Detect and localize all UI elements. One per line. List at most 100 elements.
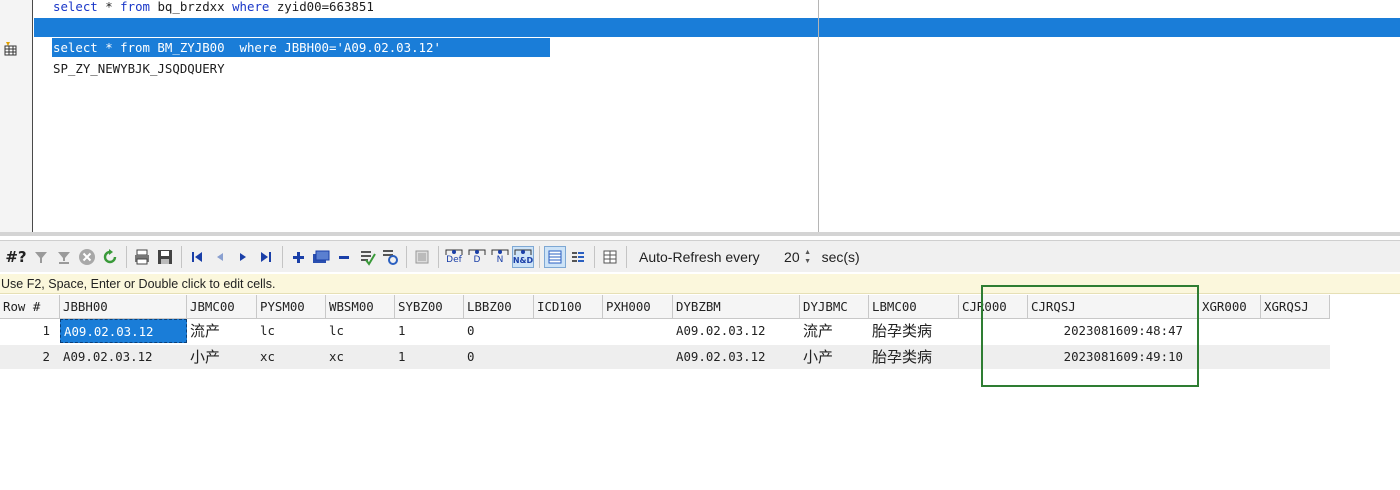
sql-text: bq_brzdxx <box>150 0 233 14</box>
duplicate-row-icon[interactable] <box>310 246 332 268</box>
cell-xgr000[interactable] <box>1199 345 1261 369</box>
last-record-icon[interactable] <box>255 246 277 268</box>
column-header-wbsm00[interactable]: WBSM00 <box>326 295 395 319</box>
editor-right-margin <box>818 0 819 232</box>
column-header-dyjbmc[interactable]: DYJBMC <box>800 295 869 319</box>
code-line-4[interactable]: SP_ZY_NEWYBJK_JSQDQUERY <box>53 59 225 79</box>
column-header-dybzbm[interactable]: DYBZBM <box>673 295 800 319</box>
save-icon[interactable] <box>154 246 176 268</box>
refresh-icon[interactable] <box>99 246 121 268</box>
grid-result-marker-icon <box>4 42 17 56</box>
row-number[interactable]: 2 <box>0 345 60 369</box>
cell-icd100[interactable] <box>534 345 603 369</box>
form-view-icon[interactable] <box>567 246 589 268</box>
n-icon[interactable]: N <box>489 246 511 268</box>
sql-keyword: select <box>53 0 98 14</box>
columns-icon[interactable] <box>599 246 621 268</box>
column-header-icd100[interactable]: ICD100 <box>534 295 603 319</box>
cell-jbbh00[interactable]: A09.02.03.12 <box>60 345 187 369</box>
cancel-icon[interactable] <box>76 246 98 268</box>
filter-icon[interactable] <box>30 246 52 268</box>
cell-dyjbmc[interactable]: 小产 <box>800 345 869 369</box>
cell-wbsm00[interactable]: xc <box>326 345 395 369</box>
annotation-highlight-box <box>981 285 1199 387</box>
sql-keyword: from <box>120 0 150 14</box>
nd-icon-label: N&D <box>512 256 534 265</box>
code-line-3-selected[interactable]: select * from BM_ZYJB00 where JBBH00='A0… <box>53 38 441 58</box>
sql-editor[interactable]: select * from bq_brzdxx where zyid00=663… <box>0 0 1400 236</box>
toolbar-separator <box>594 245 595 268</box>
cell-xgr000[interactable] <box>1199 319 1261 343</box>
toolbar-separator <box>539 245 540 268</box>
column-header-row-number[interactable]: Row # <box>0 295 60 319</box>
cell-dybzbm[interactable]: A09.02.03.12 <box>673 319 800 343</box>
nd-icon[interactable]: N&D <box>512 245 534 268</box>
current-line-highlight <box>34 18 1400 37</box>
default-icon-label: Def <box>446 255 462 265</box>
toolbar-separator <box>181 245 182 268</box>
cell-dyjbmc[interactable]: 流产 <box>800 319 869 343</box>
record-number-indicator: #? <box>5 247 27 266</box>
refresh-data-icon[interactable] <box>379 246 401 268</box>
sql-text: * <box>97 0 121 14</box>
toolbar-separator <box>438 245 439 268</box>
cell-pxh000[interactable] <box>603 319 673 343</box>
cell-jbmc00[interactable]: 流产 <box>187 319 257 343</box>
first-record-icon[interactable] <box>186 246 208 268</box>
toolbar-separator <box>126 245 127 268</box>
print-icon[interactable] <box>131 246 153 268</box>
sql-text: zyid00=663851 <box>269 0 374 14</box>
auto-refresh-label: Auto-Refresh every <box>639 248 760 265</box>
column-header-jbbh00[interactable]: JBBH00 <box>60 295 187 319</box>
column-header-jbmc00[interactable]: JBMC00 <box>187 295 257 319</box>
cell-lbbz00[interactable]: 0 <box>464 319 534 343</box>
grid-toolbar: #? Def D N N&D Auto-Refresh every 20 ▲ ▼… <box>0 240 1400 272</box>
refresh-interval-spinner[interactable]: 20 ▲ ▼ <box>774 246 814 268</box>
cell-dybzbm[interactable]: A09.02.03.12 <box>673 345 800 369</box>
cell-pxh000[interactable] <box>603 345 673 369</box>
cell-icd100[interactable] <box>534 319 603 343</box>
n-icon-label: N <box>496 255 504 265</box>
post-icon[interactable] <box>356 246 378 268</box>
spinner-arrows-icon[interactable]: ▲ ▼ <box>803 248 813 266</box>
prev-record-icon[interactable] <box>209 246 231 268</box>
d-icon[interactable]: D <box>466 246 488 268</box>
cell-pysm00[interactable]: xc <box>257 345 326 369</box>
code-line-1[interactable]: select * from bq_brzdxx where zyid00=663… <box>53 0 374 17</box>
row-number[interactable]: 1 <box>0 319 60 343</box>
cell-jbbh00[interactable]: A09.02.03.12 <box>60 319 187 343</box>
column-header-pxh000[interactable]: PXH000 <box>603 295 673 319</box>
cell-lbmc00[interactable]: 胎孕类病 <box>869 345 959 369</box>
refresh-interval-value[interactable]: 20 <box>784 249 800 265</box>
splitter[interactable] <box>0 232 1400 236</box>
editor-gutter <box>0 0 33 236</box>
next-record-icon[interactable] <box>232 246 254 268</box>
toolbar-separator <box>626 245 627 268</box>
column-header-xgr000[interactable]: XGR000 <box>1199 295 1261 319</box>
cell-lbbz00[interactable]: 0 <box>464 345 534 369</box>
column-header-lbbz00[interactable]: LBBZ00 <box>464 295 534 319</box>
add-row-icon[interactable] <box>287 246 309 268</box>
cell-pysm00[interactable]: lc <box>257 319 326 343</box>
column-header-lbmc00[interactable]: LBMC00 <box>869 295 959 319</box>
cell-wbsm00[interactable]: lc <box>326 319 395 343</box>
column-header-xgrqsj[interactable]: XGRQSJ <box>1261 295 1330 319</box>
cell-xgrqsj[interactable] <box>1261 345 1330 369</box>
toolbar-separator <box>406 245 407 268</box>
d-icon-label: D <box>473 255 481 265</box>
sql-keyword: where <box>232 0 270 14</box>
cell-jbmc00[interactable]: 小产 <box>187 345 257 369</box>
filter-clear-icon[interactable] <box>53 246 75 268</box>
default-icon[interactable]: Def <box>443 246 465 268</box>
delete-row-icon[interactable] <box>333 246 355 268</box>
column-header-sybz00[interactable]: SYBZ00 <box>395 295 464 319</box>
cell-sybz00[interactable]: 1 <box>395 345 464 369</box>
cell-lbmc00[interactable]: 胎孕类病 <box>869 319 959 343</box>
seconds-label: sec(s) <box>821 248 860 265</box>
toolbar-separator <box>282 245 283 268</box>
grid-view-icon[interactable] <box>544 245 566 268</box>
cell-xgrqsj[interactable] <box>1261 319 1330 343</box>
blob-icon[interactable] <box>411 246 433 268</box>
cell-sybz00[interactable]: 1 <box>395 319 464 343</box>
column-header-pysm00[interactable]: PYSM00 <box>257 295 326 319</box>
